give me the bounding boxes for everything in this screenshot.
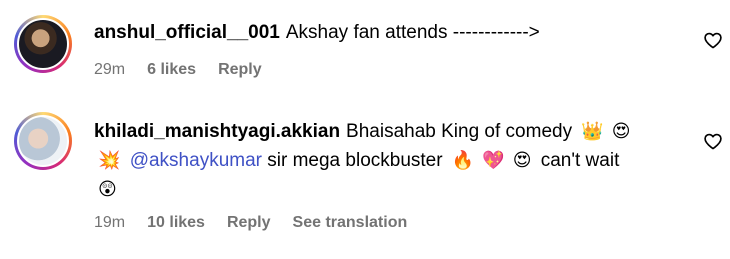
- reply-button[interactable]: Reply: [218, 61, 262, 79]
- comment-text: Bhaisahab King of comedy: [346, 121, 573, 142]
- comment-text: Akshay fan attends ------------>: [285, 22, 540, 43]
- mention-link[interactable]: @akshaykumar: [130, 150, 262, 171]
- heart-icon[interactable]: [703, 131, 723, 151]
- collision-emoji: 💥: [98, 150, 121, 171]
- comment-body: khiladi_manishtyagi.akkian Bhaisahab King…: [94, 117, 684, 204]
- heart-icon[interactable]: [703, 30, 723, 50]
- avatar-image: [17, 115, 69, 167]
- comment-body: anshul_official__001 Akshay fan attends -…: [94, 18, 684, 47]
- fire-emoji: 🔥: [451, 150, 475, 171]
- comment-text: can't wait: [540, 150, 620, 171]
- comment-item: anshul_official__001 Akshay fan attends -…: [0, 0, 730, 100]
- see-translation-button[interactable]: See translation: [293, 214, 408, 232]
- reply-button[interactable]: Reply: [227, 214, 271, 232]
- comment-meta: 19m 10 likes Reply See translation: [94, 214, 429, 232]
- comment-timestamp: 29m: [94, 61, 126, 78]
- astonished-emoji: 😲: [98, 179, 117, 200]
- heart-eyes-emoji: 😍: [611, 121, 631, 142]
- comment-meta: 29m 6 likes Reply: [94, 61, 284, 79]
- heart-eyes-emoji: 😍: [512, 150, 532, 171]
- comment-timestamp: 19m: [94, 214, 126, 231]
- comment-username[interactable]: khiladi_manishtyagi.akkian: [94, 121, 340, 142]
- comment-username[interactable]: anshul_official__001: [94, 22, 280, 43]
- comment-item: khiladi_manishtyagi.akkian Bhaisahab King…: [0, 100, 730, 259]
- like-count[interactable]: 6 likes: [147, 61, 196, 79]
- avatar[interactable]: [14, 15, 72, 73]
- avatar[interactable]: [14, 112, 72, 170]
- crown-emoji: 👑: [581, 121, 604, 142]
- avatar-image: [17, 18, 69, 70]
- like-count[interactable]: 10 likes: [147, 214, 205, 232]
- comment-text: sir mega blockbuster: [267, 150, 443, 171]
- heart-emoji: 💖: [482, 150, 505, 171]
